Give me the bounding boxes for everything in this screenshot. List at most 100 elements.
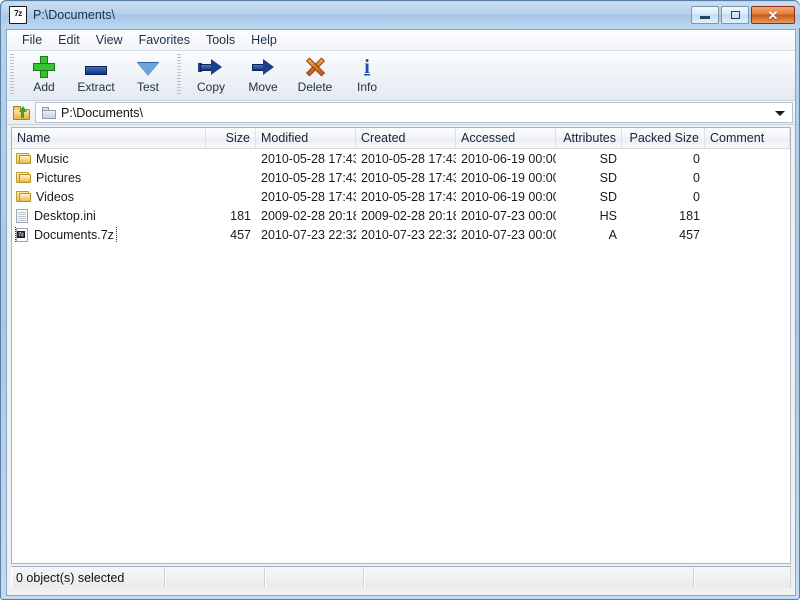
column-header-name[interactable]: Name [12,128,206,148]
cell-size: 457 [206,228,256,242]
column-header-packed-size[interactable]: Packed Size [622,128,705,148]
cell-accessed: 2010-06-19 00:00 [456,190,556,204]
archive-icon: 7z [16,228,29,242]
cell-accessed: 2010-07-23 00:00 [456,209,556,223]
cell-packed-size: 0 [622,190,705,204]
file-name-label: Desktop.ini [34,209,96,223]
column-header-created[interactable]: Created [356,128,456,148]
window-controls: ✕ [691,6,795,24]
minimize-button[interactable] [691,6,719,24]
cell-accessed: 2010-06-19 00:00 [456,171,556,185]
table-row[interactable]: Pictures2010-05-28 17:432010-05-28 17:43… [12,168,790,187]
cell-modified: 2010-05-28 17:43 [256,152,356,166]
extract-button[interactable]: Extract [70,51,122,97]
file-name-label: Music [36,152,69,166]
delete-x-icon [305,55,325,79]
delete-button-label: Delete [298,80,333,94]
chevron-down-icon[interactable] [775,111,785,116]
minimize-icon [700,16,710,19]
cell-packed-size: 457 [622,228,705,242]
file-name-wrapper: Videos [16,188,76,205]
cell-modified: 2010-07-23 22:32 [256,228,356,242]
client-area: File Edit View Favorites Tools Help Add … [6,29,796,596]
cell-modified: 2010-05-28 17:43 [256,190,356,204]
column-header-attributes[interactable]: Attributes [556,128,622,148]
table-row[interactable]: Videos2010-05-28 17:432010-05-28 17:4320… [12,187,790,206]
move-button[interactable]: Move [237,51,289,97]
toolbar-group-file-ops: Copy Move Delete i̱ Info [185,51,393,97]
status-pane-4 [364,567,694,588]
app-icon-7zip: 7z [9,6,27,24]
document-icon [16,209,29,223]
close-button[interactable]: ✕ [751,6,795,24]
file-name-wrapper: Music [16,150,71,167]
menu-item-file[interactable]: File [14,31,50,49]
column-header-row: Name Size Modified Created Accessed Attr… [12,128,790,149]
maximize-button[interactable] [721,6,749,24]
move-button-label: Move [248,80,277,94]
up-folder-icon [13,106,30,120]
status-pane-3 [265,567,364,588]
table-row[interactable]: 7zDocuments.7z4572010-07-23 22:322010-07… [12,225,790,244]
copy-button[interactable]: Copy [185,51,237,97]
window-title: P:\Documents\ [33,8,691,22]
status-pane-2 [165,567,265,588]
cell-attributes: HS [556,209,622,223]
cell-created: 2009-02-28 20:18 [356,209,456,223]
menu-item-tools[interactable]: Tools [198,31,243,49]
cell-name: Videos [12,188,206,205]
cell-created: 2010-05-28 17:43 [356,171,456,185]
file-name-label: Pictures [36,171,81,185]
menu-item-help[interactable]: Help [243,31,285,49]
menu-item-edit[interactable]: Edit [50,31,88,49]
menu-item-view[interactable]: View [88,31,131,49]
status-bar: 0 object(s) selected [11,566,791,588]
cell-created: 2010-05-28 17:43 [356,152,456,166]
copy-button-label: Copy [197,80,225,94]
cell-name: Music [12,150,206,167]
title-bar[interactable]: 7z P:\Documents\ ✕ [2,2,800,28]
move-arrow-icon [250,55,276,79]
folder-icon [16,171,31,184]
delete-button[interactable]: Delete [289,51,341,97]
cell-accessed: 2010-07-23 00:00 [456,228,556,242]
plus-icon [33,55,55,79]
file-name-wrapper: Pictures [16,169,83,186]
test-button[interactable]: Test [122,51,174,97]
cell-attributes: SD [556,171,622,185]
file-list-view[interactable]: Name Size Modified Created Accessed Attr… [11,127,791,564]
table-row[interactable]: Music2010-05-28 17:432010-05-28 17:43201… [12,149,790,168]
cell-name: 7z Documents.7z [12,226,206,243]
menu-item-favorites[interactable]: Favorites [131,31,198,49]
copy-arrow-icon [198,55,224,79]
cell-attributes: SD [556,152,622,166]
file-rows-container: Music2010-05-28 17:432010-05-28 17:43201… [12,149,790,244]
file-name-label: Documents.7z [34,228,114,242]
maximize-icon [731,11,740,19]
column-header-size[interactable]: Size [206,128,256,148]
path-input[interactable]: P:\Documents\ [35,102,793,123]
add-button[interactable]: Add [18,51,70,97]
column-header-comment[interactable]: Comment [705,128,790,148]
info-button[interactable]: i̱ Info [341,51,393,97]
toolbar-grip-left[interactable] [10,54,14,96]
path-text: P:\Documents\ [61,106,143,120]
close-icon: ✕ [768,9,779,22]
cell-attributes: A [556,228,622,242]
up-folder-button[interactable] [9,102,33,123]
table-row[interactable]: Desktop.ini1812009-02-28 20:182009-02-28… [12,206,790,225]
chevron-down-icon [137,55,159,79]
cell-modified: 2009-02-28 20:18 [256,209,356,223]
status-pane-5 [694,567,791,588]
toolbar-grip-right[interactable] [177,54,181,96]
toolbar: Add Extract Test Copy [7,51,795,101]
column-header-modified[interactable]: Modified [256,128,356,148]
file-name-wrapper: 7z Documents.7z [16,226,116,243]
folder-icon [16,152,31,165]
file-name-wrapper: Desktop.ini [16,207,98,224]
cell-packed-size: 0 [622,171,705,185]
extract-button-label: Extract [77,80,114,94]
info-icon: i̱ [364,55,370,79]
column-header-accessed[interactable]: Accessed [456,128,556,148]
status-pane-selection: 0 object(s) selected [11,567,165,588]
